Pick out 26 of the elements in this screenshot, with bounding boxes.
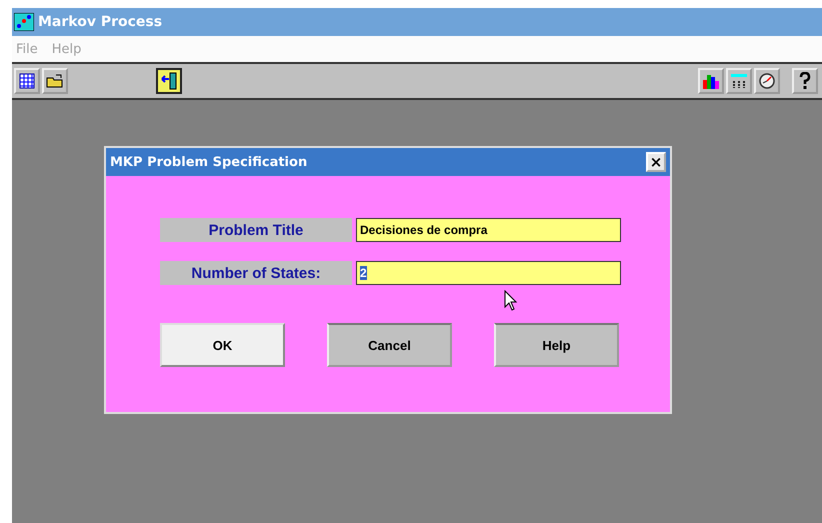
clock-button[interactable] [754,68,780,94]
help-button[interactable] [792,68,818,94]
question-mark-icon [798,72,812,90]
window-title: Markov Process [38,14,162,30]
mouse-cursor [504,290,518,312]
bar-chart-button[interactable] [698,68,724,94]
dialog-button[interactable]: Help [494,323,619,367]
field-label: Problem Title [160,218,352,242]
bar-chart-icon [701,72,721,90]
app-icon [14,13,34,31]
input-field[interactable]: 2 [356,261,621,285]
folder-button[interactable] [42,68,68,94]
input-field[interactable]: Decisiones de compra [356,218,621,242]
close-button[interactable]: × [646,152,666,172]
calculator-icon [729,72,749,90]
calculator-button[interactable] [726,68,752,94]
field-label: Number of States: [160,261,352,285]
grid-button[interactable] [14,68,40,94]
folder-icon [46,73,64,89]
exit-button[interactable] [156,68,182,94]
dialog-button[interactable]: OK [160,323,285,367]
door-arrow-icon [160,71,178,91]
grid-icon [19,73,35,89]
dialog-title: MKP Problem Specification [110,154,308,170]
dialog-button[interactable]: Cancel [327,323,452,367]
clock-icon [758,72,776,90]
